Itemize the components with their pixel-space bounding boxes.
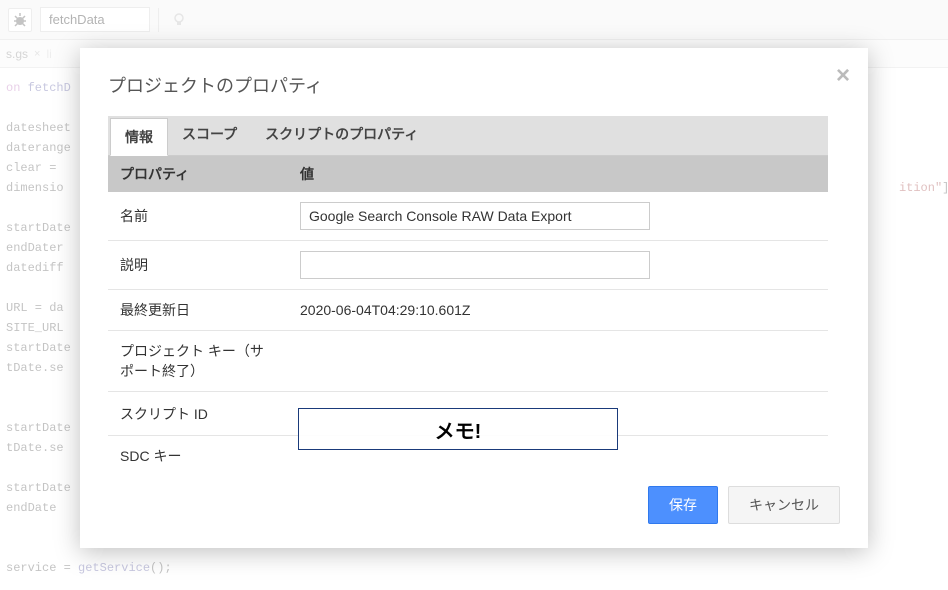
row-projectkey: プロジェクト キー（サポート終了） bbox=[108, 331, 828, 392]
label-projectkey: プロジェクト キー（サポート終了） bbox=[108, 331, 288, 392]
tab-scope[interactable]: スコープ bbox=[168, 116, 251, 155]
tabs: 情報 スコープ スクリプトのプロパティ bbox=[108, 116, 828, 156]
input-name[interactable] bbox=[300, 202, 650, 230]
label-scriptid: スクリプト ID bbox=[108, 392, 288, 436]
dialog-footer: 保存 キャンセル bbox=[108, 468, 840, 524]
row-lastmodified: 最終更新日 2020-06-04T04:29:10.601Z bbox=[108, 290, 828, 331]
header-value: 値 bbox=[288, 156, 828, 192]
dialog-body: 情報 スコープ スクリプトのプロパティ プロパティ 値 名前 説明 bbox=[108, 116, 840, 468]
label-description: 説明 bbox=[108, 241, 288, 290]
tab-info[interactable]: 情報 bbox=[110, 118, 168, 156]
input-description[interactable] bbox=[300, 251, 650, 279]
close-icon[interactable]: × bbox=[836, 62, 850, 90]
header-property: プロパティ bbox=[108, 156, 288, 192]
save-button[interactable]: 保存 bbox=[648, 486, 718, 524]
cancel-button[interactable]: キャンセル bbox=[728, 486, 840, 524]
label-sdckey: SDC キー bbox=[108, 436, 288, 469]
row-description: 説明 bbox=[108, 241, 828, 290]
table-header: プロパティ 値 bbox=[108, 156, 828, 192]
value-projectkey bbox=[288, 331, 828, 392]
memo-annotation: メモ! bbox=[298, 408, 618, 450]
label-lastmodified: 最終更新日 bbox=[108, 290, 288, 331]
value-lastmodified: 2020-06-04T04:29:10.601Z bbox=[288, 290, 828, 331]
project-properties-dialog: × プロジェクトのプロパティ 情報 スコープ スクリプトのプロパティ プロパティ… bbox=[80, 48, 868, 548]
row-name: 名前 bbox=[108, 192, 828, 241]
dialog-title: プロジェクトのプロパティ bbox=[108, 72, 840, 98]
tab-script-properties[interactable]: スクリプトのプロパティ bbox=[251, 116, 432, 155]
label-name: 名前 bbox=[108, 192, 288, 241]
